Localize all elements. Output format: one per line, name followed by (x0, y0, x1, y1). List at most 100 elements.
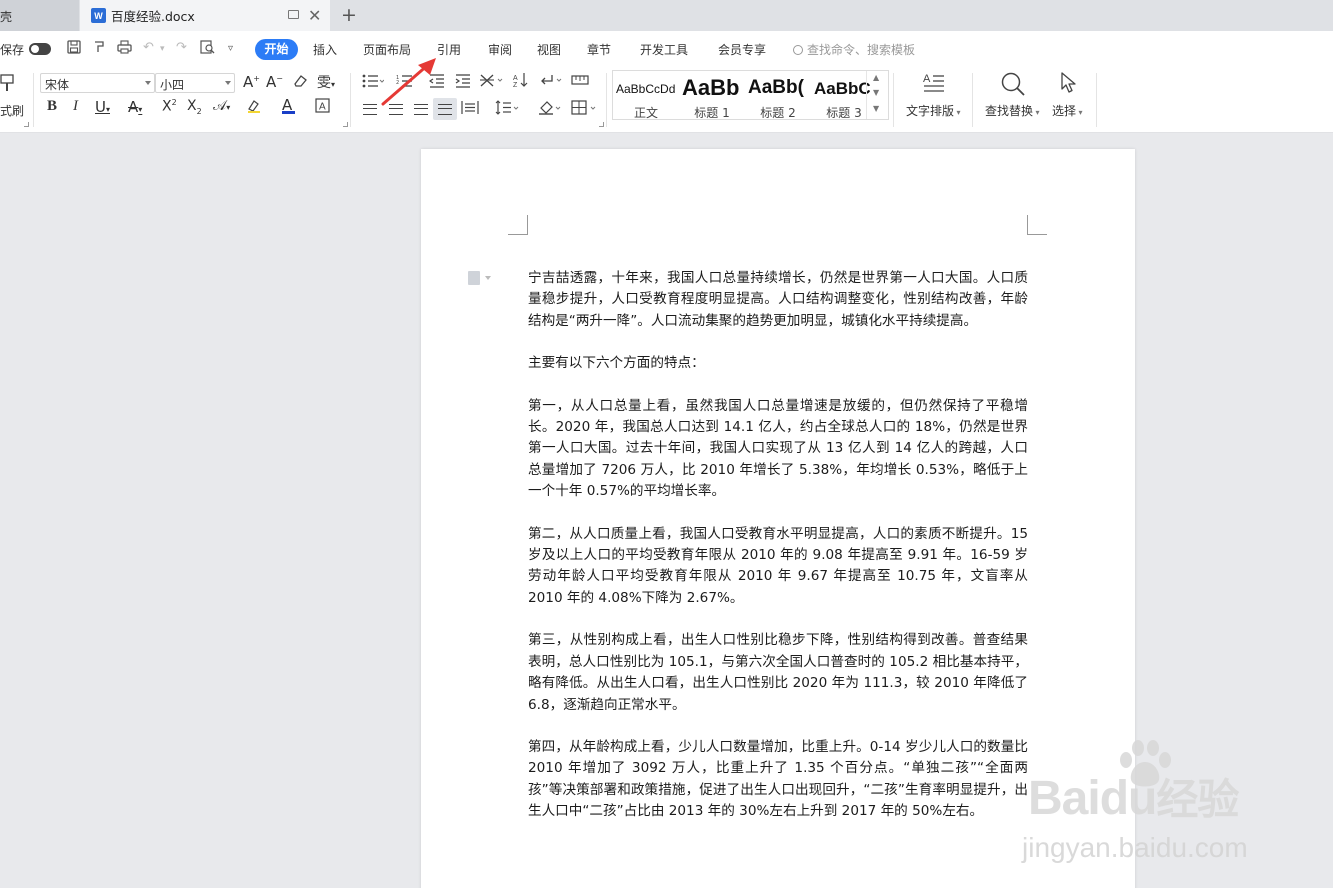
bold-icon[interactable]: B (47, 98, 57, 115)
command-search-placeholder: 查找命令、搜索模板 (807, 43, 916, 57)
ruler-icon[interactable] (571, 74, 589, 90)
strikethrough-icon[interactable]: A▾ (128, 98, 142, 116)
menu-tab-developer[interactable]: 开发工具 (640, 41, 688, 58)
undo-icon[interactable]: ↶ (143, 40, 154, 55)
menu-tab-insert[interactable]: 插入 (313, 41, 337, 58)
font-group-launcher[interactable] (343, 122, 348, 127)
italic-icon[interactable]: I (73, 98, 78, 115)
align-left-icon[interactable] (363, 104, 377, 115)
style-name: 标题 2 (760, 106, 796, 120)
select-cursor-icon[interactable] (1059, 71, 1079, 99)
baidu-jingyan-watermark: Baidu经验 jingyan.baidu.com (1022, 740, 1322, 888)
character-border-icon[interactable]: A (315, 98, 330, 117)
save-icon[interactable] (67, 40, 81, 58)
text-effect-icon[interactable]: 𝒜▾ (213, 98, 230, 114)
margin-corner-top-right (1027, 215, 1047, 235)
style-gallery-scroll[interactable]: ▲ ▼ ▼ (866, 71, 886, 119)
clear-format-icon[interactable] (292, 73, 308, 93)
style-gallery: AaBbCcDd 正文 AaBb 标题 1 AaBb( 标题 2 AaBbC 标… (612, 70, 889, 120)
style-preview: AaBbC (814, 79, 870, 98)
svg-text:Z: Z (513, 82, 518, 88)
style-preview: AaBb (682, 75, 740, 100)
format-painter-icon[interactable] (0, 73, 16, 99)
tab-bar: 壳 W 百度经验.docx ✕ + (0, 0, 1333, 31)
print-icon[interactable] (117, 40, 132, 58)
paragraph-group-launcher[interactable] (599, 122, 604, 127)
close-tab-icon[interactable]: ✕ (308, 6, 321, 25)
expand-gallery-icon[interactable]: ▼ (873, 104, 879, 113)
word-doc-icon: W (91, 8, 106, 23)
menu-tab-chapter[interactable]: 章节 (587, 41, 611, 58)
command-search[interactable]: 查找命令、搜索模板 (793, 41, 915, 58)
annotation-arrow-icon (381, 58, 436, 106)
svg-text:A: A (319, 102, 326, 113)
font-size-select[interactable]: 小四 (155, 73, 235, 93)
find-replace-icon[interactable] (1000, 71, 1026, 101)
text-layout-icon[interactable]: A (922, 71, 946, 99)
undo-dropdown-icon[interactable]: ▾ (160, 44, 165, 54)
style-normal[interactable]: AaBbCcDd 正文 (613, 71, 679, 120)
format-painter-label[interactable]: 式刷 (0, 102, 24, 119)
menu-tab-review[interactable]: 审阅 (488, 41, 512, 58)
menu-tab-member[interactable]: 会员专享 (718, 41, 766, 58)
menu-tab-references[interactable]: 引用 (437, 41, 461, 58)
style-preview: AaBbCcDd (616, 82, 676, 96)
autosave-toggle[interactable] (29, 43, 51, 55)
shrink-font-icon[interactable]: A− (266, 73, 283, 91)
phonetic-guide-icon[interactable]: 雯▾ (317, 72, 335, 92)
borders-icon[interactable] (571, 100, 599, 119)
line-spacing-icon[interactable] (495, 100, 521, 119)
select-label[interactable]: 选择 ▾ (1052, 102, 1083, 119)
highlight-color-icon[interactable] (246, 98, 262, 118)
paragraph: 第二，从人口质量上看，我国人口受教育水平明显提高，人口的素质不断提升。15 岁及… (528, 525, 1028, 606)
pin-window-icon[interactable] (288, 10, 299, 19)
find-replace-label[interactable]: 查找替换 ▾ (985, 102, 1040, 119)
underline-icon[interactable]: U▾ (95, 98, 110, 116)
redo-icon[interactable]: ↷ (176, 40, 187, 55)
paragraph: 第一，从人口总量上看，虽然我国人口总量增速是放缓的，但仍然保持了平稳增长。202… (528, 397, 1028, 500)
style-heading-1[interactable]: AaBb 标题 1 (679, 71, 745, 120)
chevron-down-icon (145, 81, 151, 85)
quick-access-more-icon[interactable]: ▿ (228, 43, 233, 54)
tab-document-title: 百度经验.docx (111, 9, 195, 24)
tab-home[interactable]: 壳 (0, 0, 79, 31)
superscript-icon[interactable]: X2 (162, 98, 177, 115)
format-painter-small-icon[interactable] (92, 40, 106, 58)
paragraph: 第四，从年龄构成上看，少儿人口数量增加，比重上升。0-14 岁少儿人口的数量比 … (528, 738, 1028, 820)
distributed-align-icon[interactable] (461, 100, 479, 119)
tab-home-label: 壳 (0, 10, 13, 24)
text-layout-label[interactable]: 文字排版 ▾ (906, 102, 961, 119)
svg-text:A: A (923, 73, 931, 85)
menu-tab-view[interactable]: 视图 (537, 41, 561, 58)
font-name-value: 宋体 (45, 78, 70, 92)
style-preview: AaBb( (748, 77, 804, 98)
justify-icon (438, 104, 452, 115)
paragraph-handle-icon[interactable] (468, 271, 491, 285)
chinese-layout-icon[interactable] (480, 73, 504, 92)
margin-corner-top-left (508, 215, 528, 235)
font-color-icon[interactable]: A (282, 96, 295, 114)
chevron-up-icon[interactable]: ▲ (873, 73, 879, 82)
style-name: 正文 (633, 106, 658, 120)
sort-icon[interactable]: AZ (513, 72, 529, 92)
watermark-logo: Baidu经验 (1028, 772, 1239, 825)
paragraph: 宁吉喆透露，十年来，我国人口总量持续增长，仍然是世界第一人口大国。人口质量稳步提… (528, 270, 1028, 329)
shading-icon[interactable] (538, 100, 564, 119)
paragraph: 主要有以下六个方面的特点： (528, 355, 705, 372)
autosave-label: 保存 (0, 43, 25, 57)
menu-tab-start[interactable]: 开始 (255, 39, 298, 60)
clipboard-group-launcher[interactable] (24, 122, 29, 127)
font-name-select[interactable]: 宋体 (40, 73, 155, 93)
subscript-icon[interactable]: X2 (187, 98, 202, 116)
grow-font-icon[interactable]: A+ (243, 73, 260, 91)
increase-indent-icon[interactable] (455, 74, 471, 92)
chevron-down-icon (225, 81, 231, 85)
document-body[interactable]: 宁吉喆透露，十年来，我国人口总量持续增长，仍然是世界第一人口大国。人口质量稳步提… (528, 268, 1028, 844)
tab-document[interactable]: W 百度经验.docx ✕ (80, 0, 330, 31)
paragraph: 第三，从性别构成上看，出生人口性别比稳步下降，性别结构得到改善。普查结果表明，总… (528, 632, 1028, 713)
chevron-down-icon[interactable]: ▼ (873, 88, 879, 97)
new-tab-button[interactable]: + (341, 4, 357, 26)
print-preview-icon[interactable] (200, 40, 215, 58)
style-heading-2[interactable]: AaBb( 标题 2 (745, 71, 811, 120)
show-marks-icon[interactable] (540, 73, 564, 92)
